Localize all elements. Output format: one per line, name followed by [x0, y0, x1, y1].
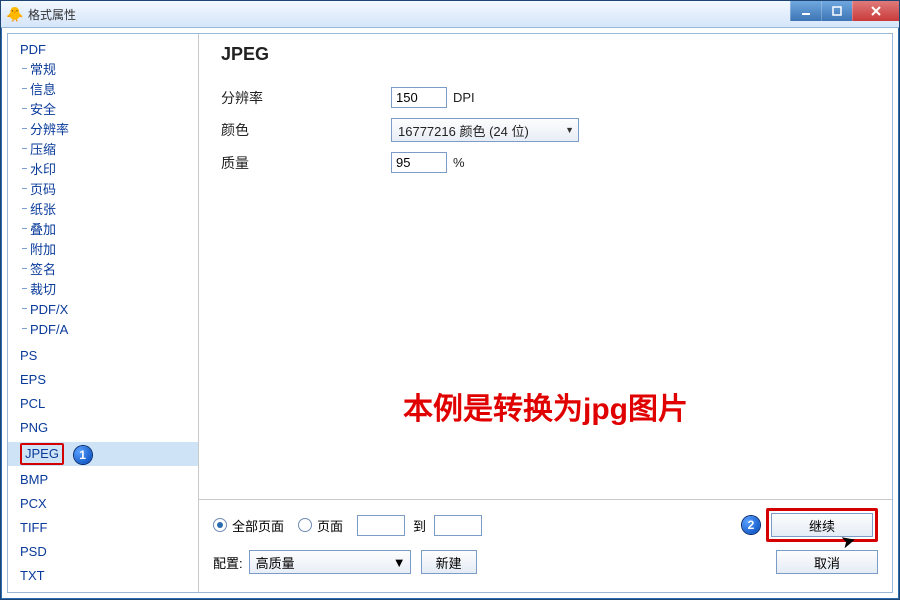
- row-resolution: 分辨率 DPI: [221, 87, 870, 108]
- unit-resolution: DPI: [453, 90, 475, 105]
- close-icon: [870, 5, 882, 17]
- select-config-value: 高质量: [256, 553, 295, 572]
- sidebar-item-pdf-info[interactable]: 信息: [8, 80, 198, 100]
- sidebar-item-pdf-pagenum[interactable]: 页码: [8, 180, 198, 200]
- label-quality: 质量: [221, 153, 391, 173]
- maximize-button[interactable]: [821, 1, 852, 21]
- label-color: 颜色: [221, 120, 391, 140]
- unit-quality: %: [453, 155, 465, 170]
- label-resolution: 分辨率: [221, 88, 391, 108]
- sidebar-item-pdf-general[interactable]: 常规: [8, 60, 198, 80]
- sidebar-item-eps[interactable]: EPS: [8, 370, 198, 390]
- input-page-to[interactable]: [434, 515, 482, 536]
- sidebar-item-pdf-overlay[interactable]: 叠加: [8, 220, 198, 240]
- chevron-down-icon: ▼: [565, 125, 574, 135]
- page-title: JPEG: [221, 44, 870, 65]
- radio-icon: [298, 518, 312, 532]
- window-title: 格式属性: [28, 6, 76, 23]
- format-sidebar: PDF 常规 信息 安全 分辨率 压缩 水印 页码 纸张 叠加 附加 签名 裁切…: [8, 34, 199, 592]
- continue-highlight: 继续: [766, 508, 878, 542]
- app-icon: 🐥: [7, 6, 23, 22]
- radio-all-pages[interactable]: 全部页面: [213, 516, 284, 535]
- sidebar-item-pdf-crop[interactable]: 裁切: [8, 280, 198, 300]
- sidebar-item-pdf-sign[interactable]: 签名: [8, 260, 198, 280]
- maximize-icon: [832, 6, 842, 16]
- select-color[interactable]: 16777216 颜色 (24 位) ▼: [391, 118, 579, 142]
- chevron-down-icon: ▼: [393, 555, 406, 570]
- cancel-button[interactable]: 取消: [776, 550, 878, 574]
- dialog-window: 🐥 格式属性 PDF 常规 信息 安全 分辨率 压缩 水印: [0, 0, 900, 600]
- sidebar-item-tiff[interactable]: TIFF: [8, 518, 198, 538]
- window-controls: [790, 1, 899, 21]
- minimize-icon: [801, 6, 811, 16]
- sidebar-item-png[interactable]: PNG: [8, 418, 198, 438]
- sidebar-item-pdf-attach[interactable]: 附加: [8, 240, 198, 260]
- sidebar-item-pdf-compress[interactable]: 压缩: [8, 140, 198, 160]
- sidebar-item-jpeg[interactable]: JPEG 1: [8, 442, 198, 466]
- input-quality[interactable]: [391, 152, 447, 173]
- continue-button[interactable]: 继续: [771, 513, 873, 537]
- annotation-badge-1: 1: [74, 446, 92, 464]
- radio-page-range[interactable]: 页面: [298, 516, 343, 535]
- client-area: PDF 常规 信息 安全 分辨率 压缩 水印 页码 纸张 叠加 附加 签名 裁切…: [7, 33, 893, 593]
- sidebar-item-label: JPEG: [20, 443, 64, 465]
- sidebar-item-pdf[interactable]: PDF: [8, 40, 198, 60]
- sidebar-item-pdf-paper[interactable]: 纸张: [8, 200, 198, 220]
- radio-icon: [213, 518, 227, 532]
- sidebar-item-pdfx[interactable]: PDF/X: [8, 300, 198, 320]
- close-button[interactable]: [852, 1, 899, 21]
- sidebar-item-pcl[interactable]: PCL: [8, 394, 198, 414]
- sidebar-item-bmp[interactable]: BMP: [8, 470, 198, 490]
- sidebar-item-pcx[interactable]: PCX: [8, 494, 198, 514]
- input-page-from[interactable]: [357, 515, 405, 536]
- row-color: 颜色 16777216 颜色 (24 位) ▼: [221, 118, 870, 142]
- new-config-button[interactable]: 新建: [421, 550, 477, 574]
- main-panel: JPEG 分辨率 DPI 颜色 16777216 颜色 (24 位) ▼ 质量: [199, 34, 892, 592]
- row-quality: 质量 %: [221, 152, 870, 173]
- tutorial-annotation-text: 本例是转换为jpg图片: [403, 384, 688, 428]
- label-to: 到: [413, 516, 426, 535]
- sidebar-item-ps[interactable]: PS: [8, 346, 198, 366]
- annotation-badge-2: 2: [742, 516, 760, 534]
- radio-range-label: 页面: [317, 516, 343, 535]
- label-config: 配置:: [213, 553, 243, 572]
- sidebar-item-pdf-watermark[interactable]: 水印: [8, 160, 198, 180]
- sidebar-item-pdfa[interactable]: PDF/A: [8, 320, 198, 340]
- select-config[interactable]: 高质量 ▼: [249, 550, 411, 574]
- select-color-value: 16777216 颜色 (24 位): [398, 121, 529, 140]
- input-resolution[interactable]: [391, 87, 447, 108]
- bottom-panel: 全部页面 页面 到 2 继续: [199, 499, 892, 592]
- sidebar-item-txt[interactable]: TXT: [8, 566, 198, 586]
- sidebar-item-pdf-security[interactable]: 安全: [8, 100, 198, 120]
- sidebar-item-pdf-resolution[interactable]: 分辨率: [8, 120, 198, 140]
- sidebar-item-psd[interactable]: PSD: [8, 542, 198, 562]
- titlebar[interactable]: 🐥 格式属性: [1, 1, 899, 28]
- minimize-button[interactable]: [790, 1, 821, 21]
- radio-all-label: 全部页面: [232, 516, 284, 535]
